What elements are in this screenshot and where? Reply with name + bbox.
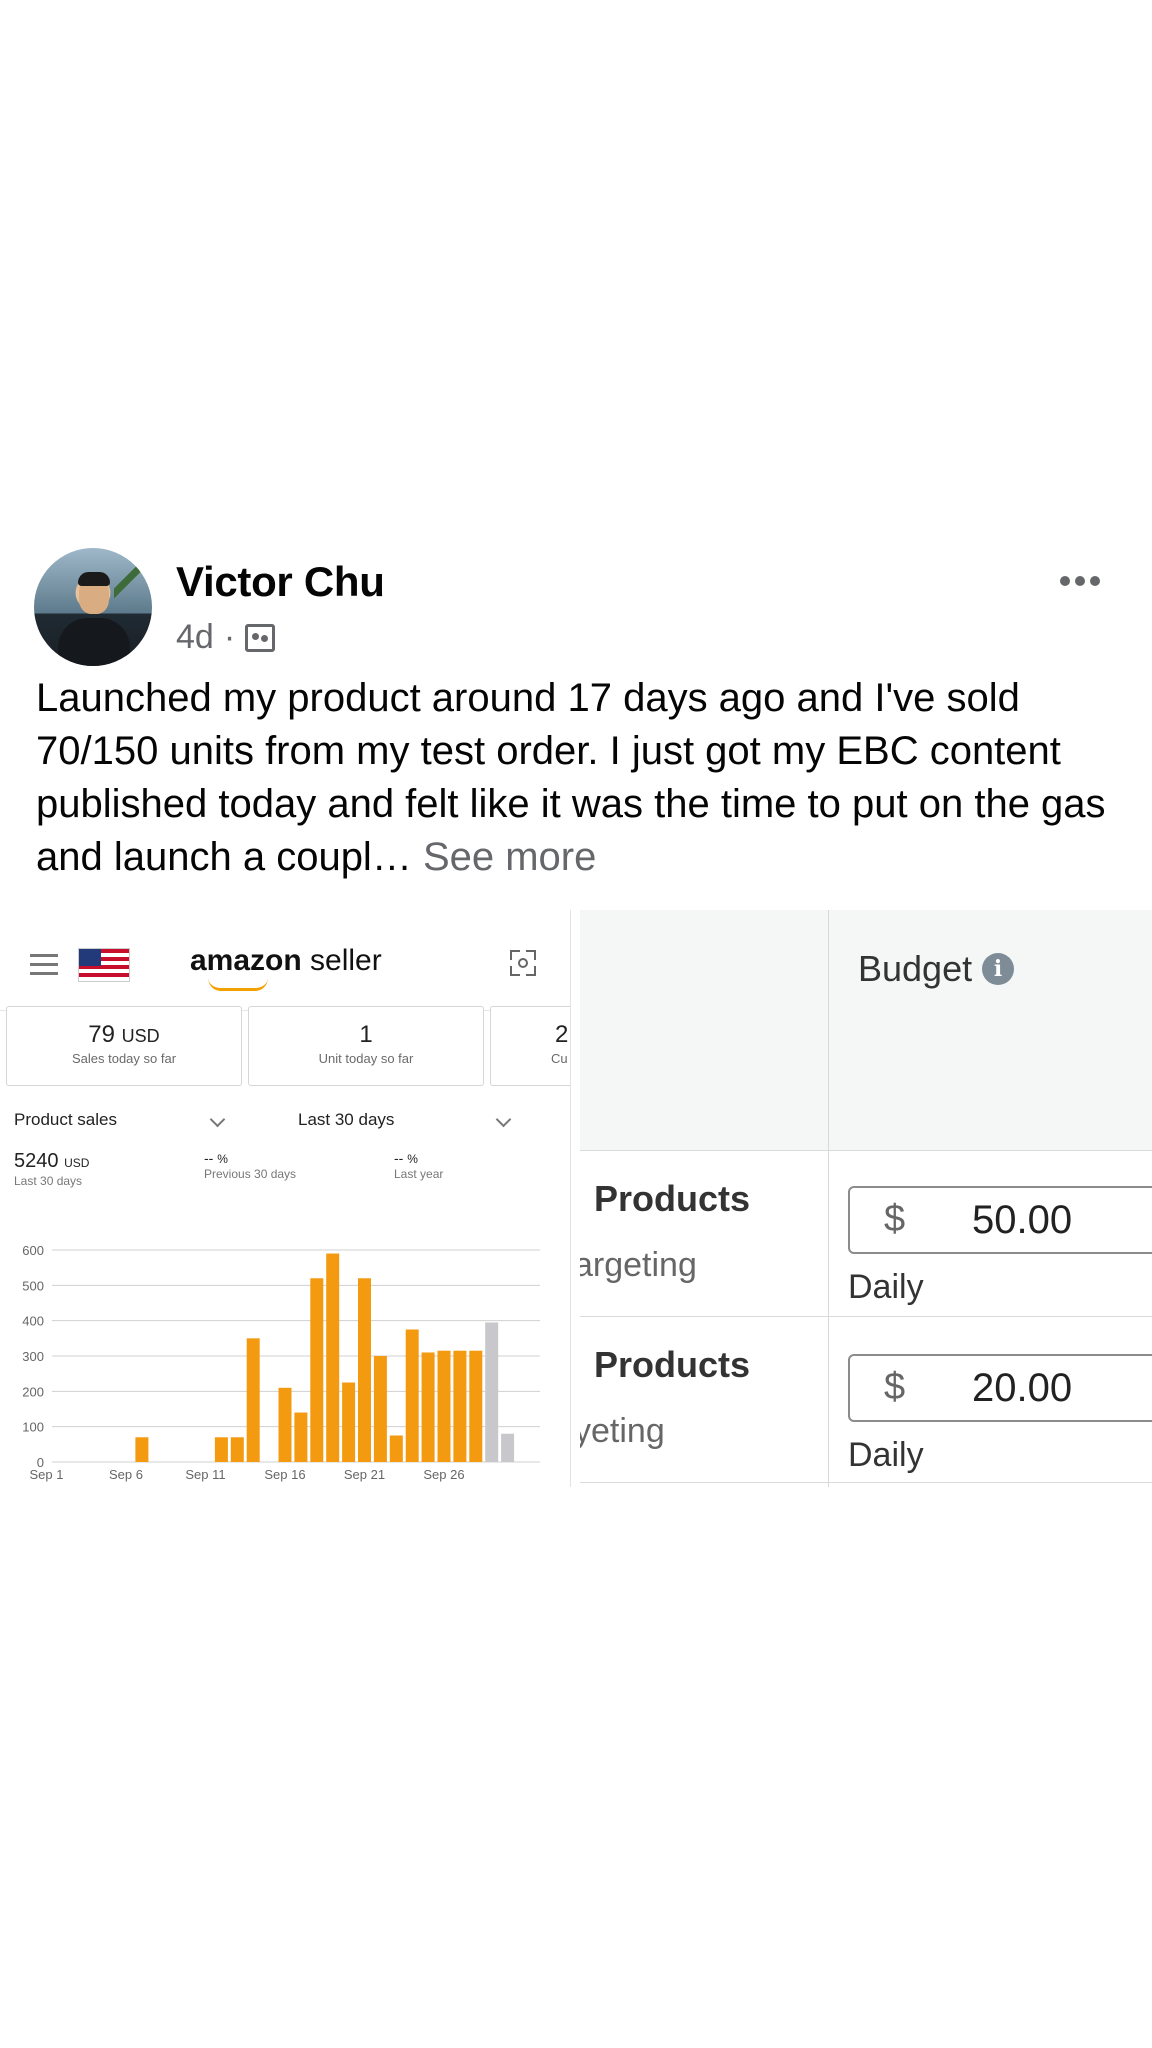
post-caption: Launched my product around 17 days ago a…	[36, 672, 1126, 884]
metric-value: --	[394, 1150, 404, 1166]
budget-amount: 50.00	[972, 1198, 1073, 1242]
app-header: amazon seller	[0, 910, 570, 1011]
bar-sep-27	[453, 1350, 467, 1462]
x-tick-label: Sep 6	[109, 1467, 143, 1482]
bar-sep-24	[405, 1329, 419, 1462]
logo-bold: amazon	[190, 944, 302, 977]
bar-sep-21	[358, 1278, 371, 1462]
card-label: Cu	[551, 1051, 568, 1066]
campaign-row-title[interactable]: Products	[594, 1178, 750, 1220]
metric-label: Last 30 days	[14, 1174, 83, 1188]
third-card: 2 Cu	[490, 1006, 570, 1086]
bar-sep-28	[469, 1350, 483, 1462]
metric-unit: %	[217, 1152, 228, 1166]
metric-value: 5240	[14, 1150, 59, 1172]
bar-sep-17	[294, 1412, 308, 1462]
budget-input[interactable]: $ 20.00	[848, 1354, 1152, 1422]
x-tick-label: Sep 16	[264, 1467, 305, 1482]
budget-input[interactable]: $ 50.00	[848, 1186, 1152, 1254]
y-tick-label: 500	[22, 1278, 44, 1293]
metric-unit: %	[407, 1152, 418, 1166]
post-image[interactable]: amazon seller 79 USD Sales today so far …	[0, 910, 1152, 1487]
chevron-down-icon	[209, 1111, 226, 1128]
campaign-row-subtitle: yeting	[580, 1412, 665, 1450]
chevron-down-icon	[495, 1111, 512, 1128]
meta-separator: ·	[223, 618, 236, 656]
group-icon	[245, 623, 276, 652]
bar-sep-26	[437, 1350, 451, 1462]
campaign-row-subtitle: argeting	[580, 1246, 697, 1284]
currency-symbol: $	[884, 1198, 906, 1240]
metric-last-year: -- % Last year	[394, 1150, 443, 1181]
post-age[interactable]: 4d	[176, 618, 214, 657]
x-tick-label: Sep 1	[30, 1467, 64, 1482]
x-tick-label: Sep 21	[344, 1467, 385, 1482]
amazon-seller-logo: amazon seller	[190, 944, 382, 991]
metric-previous: -- % Previous 30 days	[204, 1150, 296, 1181]
budget-amount: 20.00	[972, 1366, 1073, 1410]
x-tick-label: Sep 26	[423, 1467, 464, 1482]
x-tick-label: Sep 11	[185, 1467, 225, 1482]
metric-total: 5240 USD Last 30 days	[14, 1150, 89, 1188]
campaign-row-title[interactable]: Products	[594, 1344, 750, 1386]
card-value: 1	[359, 1021, 373, 1048]
bar-sep-7	[135, 1437, 149, 1462]
card-label: Sales today so far	[71, 1051, 177, 1066]
bar-sep-25	[421, 1352, 435, 1462]
budget-column-header: Budget i	[858, 948, 1015, 990]
info-icon[interactable]: i	[982, 953, 1015, 985]
card-label: Unit today so far	[318, 1051, 414, 1066]
bar-sep-18	[310, 1278, 324, 1462]
bar-sep-22	[373, 1356, 387, 1462]
author-name[interactable]: Victor Chu	[176, 558, 385, 606]
see-more-link[interactable]: See more	[423, 835, 596, 879]
sales-bar-chart: 0100200300400500600Sep 1 Sep 6 Sep 11 Sep 1…	[22, 1243, 540, 1482]
metric-select[interactable]: Product sales	[14, 1110, 117, 1130]
table-subheader	[580, 1050, 1152, 1151]
metric-label: Previous 30 days	[204, 1167, 297, 1181]
bar-sep-23	[389, 1435, 403, 1462]
menu-icon	[30, 954, 58, 981]
currency-symbol: $	[884, 1366, 906, 1408]
amazon-seller-screenshot: amazon seller 79 USD Sales today so far …	[0, 910, 571, 1487]
post-meta: 4d ·	[176, 618, 276, 657]
budget-period: Daily	[848, 1436, 924, 1474]
metric-unit: USD	[64, 1156, 90, 1170]
y-tick-label: 600	[22, 1243, 44, 1258]
bar-sep-16	[278, 1387, 292, 1462]
y-tick-label: 300	[22, 1349, 44, 1364]
campaign-budget-screenshot: Budget i Products argeting $ 50.00 Daily…	[580, 910, 1152, 1487]
bar-sep-14	[246, 1338, 260, 1462]
budget-header-label: Budget	[858, 948, 973, 989]
bar-sep-30	[501, 1433, 515, 1462]
units-today-card: 1 Unit today so far	[248, 1006, 484, 1086]
metric-value: --	[204, 1150, 214, 1166]
card-value: 79	[88, 1021, 115, 1048]
bar-sep-19	[326, 1253, 340, 1462]
sales-today-card: 79 USD Sales today so far	[6, 1006, 242, 1086]
scan-icon	[510, 950, 536, 976]
card-value: 2	[555, 1021, 569, 1048]
range-select[interactable]: Last 30 days	[298, 1110, 394, 1130]
logo-rest: seller	[301, 944, 382, 977]
author-avatar[interactable]	[34, 548, 152, 666]
bar-sep-20	[342, 1382, 356, 1462]
us-flag-icon	[78, 948, 130, 982]
more-options-icon[interactable]	[1060, 576, 1100, 586]
bar-sep-13	[230, 1437, 244, 1462]
budget-period: Daily	[848, 1268, 924, 1306]
bar-sep-12	[214, 1437, 228, 1462]
y-tick-label: 400	[22, 1314, 44, 1329]
bar-sep-29	[485, 1322, 499, 1462]
card-unit: USD	[121, 1026, 160, 1046]
y-tick-label: 100	[22, 1420, 44, 1435]
metric-label: Last year	[394, 1167, 444, 1181]
y-tick-label: 200	[22, 1384, 44, 1399]
